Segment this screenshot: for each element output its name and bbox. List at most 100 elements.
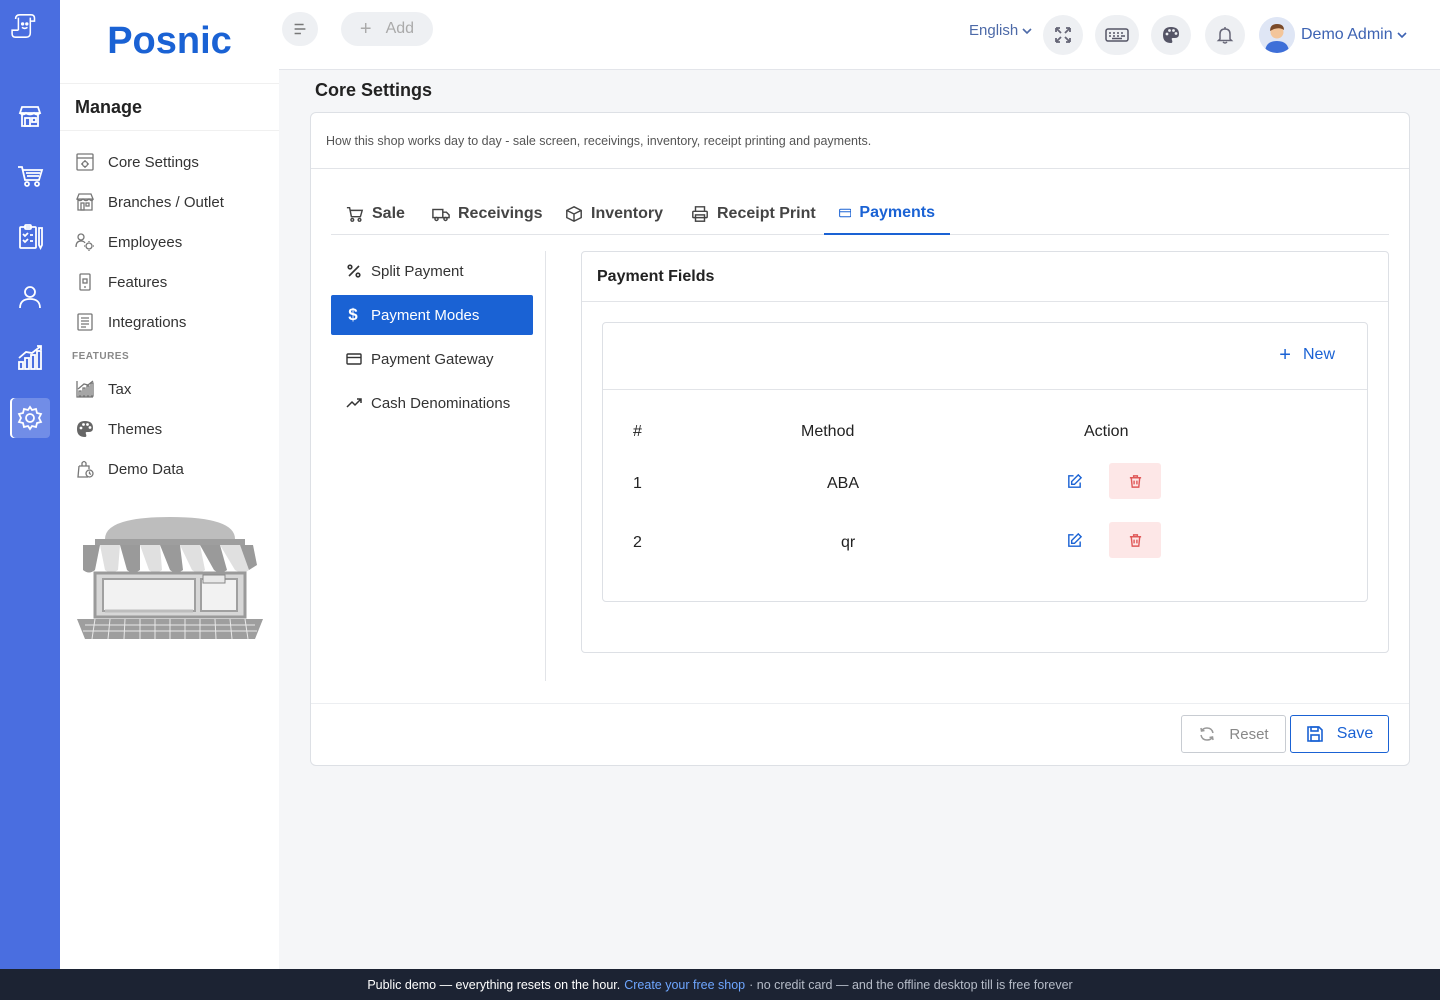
row-method: qr (841, 534, 856, 551)
footer-note: · no credit card — and the offline deskt… (749, 977, 1073, 992)
tab-sale[interactable]: Sale (331, 193, 420, 235)
cart-icon[interactable] (10, 156, 50, 196)
chart-icon[interactable] (10, 338, 50, 378)
store-icon[interactable] (10, 96, 50, 136)
credit-card-icon (346, 353, 362, 365)
user-menu[interactable]: Demo Admin (1259, 17, 1408, 53)
add-button-label: Add (385, 20, 415, 37)
subnav-label: Cash Denominations (371, 394, 511, 412)
sidebar-item-label: Demo Data (108, 460, 184, 478)
reset-button[interactable]: Reset (1181, 715, 1286, 753)
brand-logo[interactable]: Posnic (60, 0, 279, 84)
printer-icon (692, 206, 708, 222)
edit-icon (1067, 532, 1082, 547)
payments-subnav: Split Payment $ Payment Modes Payment Ga… (331, 251, 546, 681)
secondary-sidebar: Posnic Manage Core Settings Branches / O… (60, 0, 279, 969)
settings-box-icon (76, 153, 94, 171)
tab-receivings[interactable]: Receivings (417, 193, 557, 235)
footer-text: Public demo — everything resets on the h… (367, 977, 621, 992)
app-logo-icon[interactable] (10, 12, 50, 52)
user-icon[interactable] (10, 277, 50, 317)
settings-icon[interactable] (10, 398, 50, 438)
keyboard-shortcuts-button[interactable] (1095, 15, 1139, 55)
create-shop-link[interactable]: Create your free shop (624, 978, 745, 992)
edit-button[interactable] (1059, 466, 1089, 496)
subnav-item-payment-gateway[interactable]: Payment Gateway (331, 339, 533, 379)
trash-icon (1129, 474, 1141, 488)
subnav-item-split-payment[interactable]: Split Payment (331, 251, 533, 291)
row-index: 2 (633, 534, 642, 551)
sidebar-item-employees[interactable]: Employees (60, 222, 279, 262)
subnav-label: Payment Modes (371, 306, 480, 324)
sidebar-section-label: FEATURES (72, 351, 130, 362)
fullscreen-button[interactable] (1043, 15, 1083, 55)
credit-card-icon (839, 208, 852, 218)
tab-label: Payments (859, 204, 935, 221)
subnav-label: Payment Gateway (371, 350, 494, 368)
box-icon (566, 205, 582, 223)
top-bar: + Add English Demo Admin (279, 0, 1440, 70)
employees-icon (75, 233, 94, 251)
sidebar-item-label: Integrations (108, 313, 187, 331)
save-button[interactable]: Save (1290, 715, 1389, 753)
settings-tabs: Sale Receivings Inventory Receipt Print … (331, 193, 1389, 235)
column-header-method: Method (801, 423, 855, 440)
new-button-label: New (1302, 346, 1335, 363)
plus-icon: + (1279, 344, 1291, 366)
sidebar-item-features[interactable]: Features (60, 262, 279, 302)
tab-label: Receipt Print (717, 205, 816, 222)
avatar (1259, 17, 1295, 53)
trash-icon (1129, 533, 1141, 547)
chevron-down-icon (1397, 32, 1407, 39)
tab-label: Inventory (591, 205, 664, 222)
percent-icon (347, 264, 361, 278)
bell-icon (1216, 27, 1234, 44)
notifications-button[interactable] (1205, 15, 1245, 55)
fullscreen-icon (1055, 27, 1071, 43)
new-payment-mode-button[interactable]: + New (1279, 344, 1335, 366)
column-header-index: # (633, 423, 642, 440)
tab-label: Sale (372, 205, 405, 222)
card-footer-divider (311, 703, 1409, 704)
sidebar-item-tax[interactable]: Tax (60, 369, 279, 409)
palette-icon (77, 421, 93, 437)
save-icon (1306, 726, 1323, 742)
user-name: Demo Admin (1301, 26, 1393, 43)
column-header-action: Action (1084, 423, 1129, 440)
checklist-icon[interactable] (10, 217, 50, 257)
sidebar-item-integrations[interactable]: Integrations (60, 302, 279, 342)
tax-icon (76, 380, 94, 398)
chevron-down-icon (1022, 27, 1032, 34)
demo-data-icon (77, 460, 94, 478)
dollar-icon: $ (348, 305, 358, 324)
integrations-icon (77, 313, 93, 331)
tab-inventory[interactable]: Inventory (550, 193, 678, 235)
user-avatar-icon (1259, 17, 1295, 53)
tab-payments[interactable]: Payments (824, 193, 950, 235)
theme-button[interactable] (1151, 15, 1191, 55)
add-button[interactable]: + Add (341, 12, 433, 46)
delete-button[interactable] (1109, 463, 1161, 499)
sidebar-item-demo-data[interactable]: Demo Data (60, 449, 279, 489)
tab-receipt-print[interactable]: Receipt Print (676, 193, 831, 235)
sidebar-item-label: Core Settings (108, 153, 199, 171)
truck-icon (432, 208, 450, 222)
save-button-label: Save (1336, 725, 1374, 742)
delete-button[interactable] (1109, 522, 1161, 558)
palette-icon (1163, 27, 1179, 43)
cart-icon (346, 206, 364, 222)
demo-footer-banner: Public demo — everything resets on the h… (0, 969, 1440, 1000)
sidebar-toggle-button[interactable] (282, 12, 318, 46)
language-select[interactable]: English (969, 22, 1033, 39)
sidebar-item-label: Features (108, 273, 168, 291)
sidebar-item-core-settings[interactable]: Core Settings (60, 142, 279, 182)
subnav-item-cash-denominations[interactable]: Cash Denominations (331, 383, 533, 423)
sidebar-item-label: Employees (108, 233, 183, 251)
edit-icon (1067, 473, 1082, 488)
sidebar-item-branches[interactable]: Branches / Outlet (60, 182, 279, 222)
page-title: Core Settings (315, 80, 433, 100)
icon-rail (0, 0, 60, 969)
sidebar-item-themes[interactable]: Themes (60, 409, 279, 449)
subnav-item-payment-modes[interactable]: $ Payment Modes (331, 295, 533, 335)
edit-button[interactable] (1059, 525, 1089, 555)
